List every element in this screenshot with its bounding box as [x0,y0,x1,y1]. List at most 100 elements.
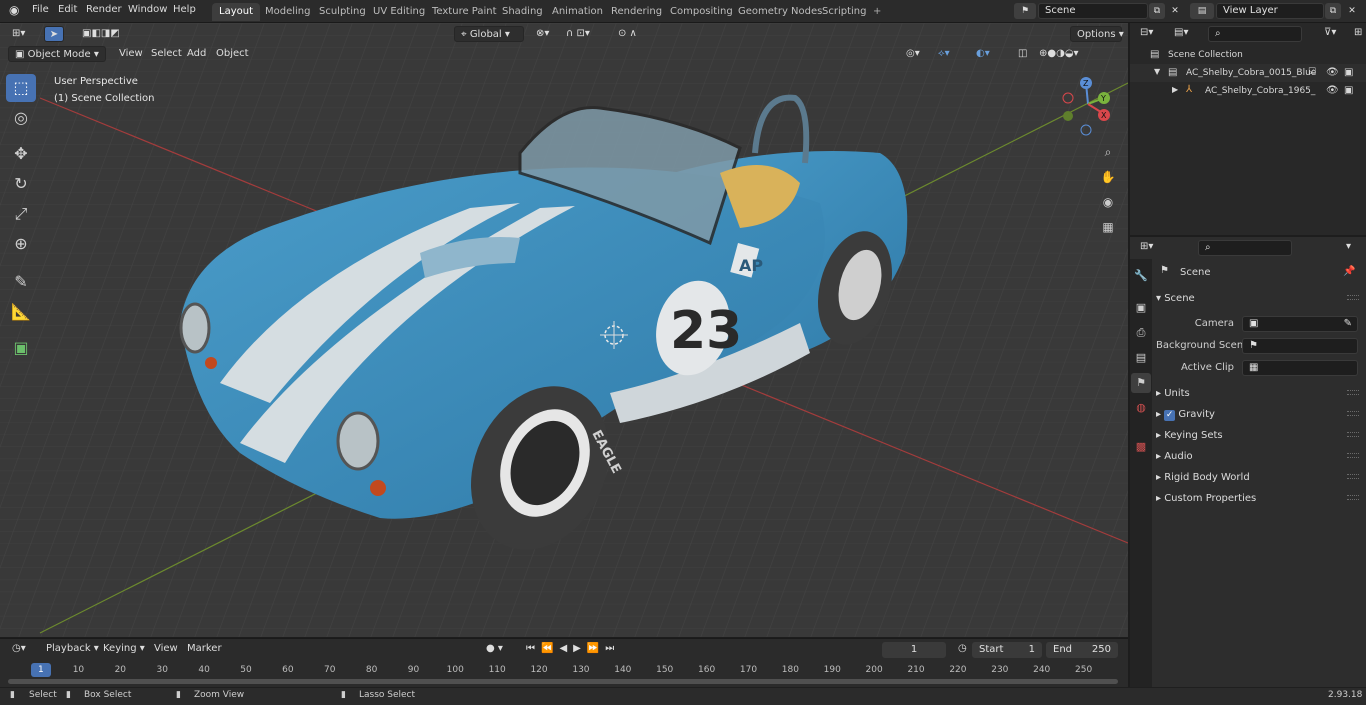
collection-checkbox-icon[interactable]: ☑ [1308,67,1316,77]
new-collection-icon[interactable]: ⊞ [1348,25,1366,41]
panel-grip-icon[interactable] [1347,432,1359,437]
panel-grip-icon[interactable] [1347,474,1359,479]
view-layer-icon[interactable]: ▤ [1190,3,1214,19]
preview-range-icon[interactable]: ◷ [952,641,973,657]
tl-menu-marker[interactable]: Marker [181,641,228,657]
playback-controls-icon[interactable]: ⏮⏪◀▶⏩⏭ [520,641,626,657]
texture-tab-icon[interactable]: ▩ [1131,437,1151,457]
tab-rendering[interactable]: Rendering [604,3,669,21]
navigation-gizmo[interactable]: Z Y X [1056,72,1120,136]
panel-grip-icon[interactable] [1347,453,1359,458]
tool-move[interactable]: ✥ [6,140,36,168]
active-clip-field[interactable]: ▦ [1242,360,1358,376]
new-scene-icon[interactable]: ⧉ [1149,3,1165,19]
tl-menu-keying[interactable]: Keying ▾ [97,641,151,657]
mode-dropdown[interactable]: ▣ Object Mode ▾ [8,46,106,62]
menu-render[interactable]: Render [86,4,122,15]
eye-icon[interactable]: 👁 [1326,85,1339,96]
tab-layout[interactable]: Layout [212,3,260,21]
start-frame-field[interactable]: Start 1 [972,642,1042,658]
tool-add-cube[interactable]: ▣ [6,334,36,362]
menu-help[interactable]: Help [173,4,196,15]
tool-scale[interactable]: ⤢ [6,200,36,228]
panel-grip-icon[interactable] [1347,411,1359,416]
panel-grip-icon[interactable] [1347,390,1359,395]
vp-menu-object[interactable]: Object [210,46,255,62]
view-layer-tab-icon[interactable]: ▤ [1131,348,1151,368]
tab-scripting[interactable]: Scripting [815,3,873,21]
view-layer-field[interactable]: View Layer [1216,3,1324,19]
tl-menu-view[interactable]: View [148,641,184,657]
tool-tab-icon[interactable]: 🔧 [1131,266,1151,286]
eyedropper-icon[interactable]: ✎ [1344,317,1352,331]
blender-logo-icon[interactable]: ◉ [9,3,19,17]
tab-modeling[interactable]: Modeling [258,3,318,21]
timeline-editor-icon[interactable]: ◷▾ [6,641,32,657]
expand-arrow-icon[interactable]: ▶ [1172,85,1178,94]
proportional-edit-icon[interactable]: ⊙ ∧ [612,26,643,42]
ortho-grid-icon[interactable]: ▦ [1097,216,1119,238]
render-tab-icon[interactable]: ▣ [1131,298,1151,318]
outliner-row-collection[interactable]: ▼ ▤ AC_Shelby_Cobra_0015_Blue ☑ 👁 ▣ [1130,64,1366,82]
scene-name-field[interactable]: Scene [1038,3,1148,19]
tab-texture-paint[interactable]: Texture Paint [425,3,504,21]
current-frame-field[interactable]: 1 [882,642,946,658]
shading-modes-icon[interactable]: ⊕●◑◒▾ [1033,46,1085,62]
snap-icon[interactable]: ∩ ⊡▾ [560,26,596,42]
expand-chevron-icon[interactable]: ▼ [1154,67,1160,76]
delete-view-layer-icon[interactable]: ✕ [1344,3,1360,19]
outliner-search-input[interactable]: ⌕ [1208,26,1302,42]
menu-window[interactable]: Window [128,4,167,15]
overlay-toggle-icon[interactable]: ◐▾ [970,46,996,62]
camera-view-icon[interactable]: ◉ [1097,191,1119,213]
keying-sets-panel-header[interactable]: ▸ Keying Sets [1156,430,1223,441]
properties-editor-icon[interactable]: ⊞▾ [1134,239,1159,255]
select-tool-icon[interactable]: ➤ [44,26,64,42]
tab-uv-editing[interactable]: UV Editing [366,3,432,21]
outliner-display-mode-icon[interactable]: ▤▾ [1168,25,1194,41]
tool-select-box[interactable]: ⬚ [6,74,36,102]
menu-file[interactable]: File [32,4,49,15]
options-dropdown[interactable]: Options ▾ [1070,26,1124,42]
outliner-editor-icon[interactable]: ⊟▾ [1134,25,1159,41]
audio-panel-header[interactable]: ▸ Audio [1156,451,1193,462]
menu-edit[interactable]: Edit [58,4,77,15]
vp-menu-view[interactable]: View [113,46,149,62]
gravity-checkbox[interactable]: ✓ [1164,410,1176,421]
rigid-body-panel-header[interactable]: ▸ Rigid Body World [1156,472,1250,483]
properties-options-icon[interactable]: ▾ [1340,239,1357,255]
scene-panel-header[interactable]: ▾ Scene [1156,293,1195,304]
output-tab-icon[interactable]: ⎙ [1131,323,1151,343]
properties-search-input[interactable]: ⌕ [1198,240,1292,256]
record-button-icon[interactable]: ● ▾ [480,641,509,657]
world-tab-icon[interactable]: ◍ [1131,398,1151,418]
gravity-panel-header[interactable]: ▸ ✓ Gravity [1156,409,1215,421]
scene-selector-icon[interactable]: ⚑ [1014,3,1036,19]
camera-icon[interactable]: ▣ [1344,67,1353,78]
timeline-scrollbar[interactable] [8,679,1118,684]
editor-type-icon[interactable]: ⊞▾ [6,26,31,42]
units-panel-header[interactable]: ▸ Units [1156,388,1190,399]
camera-icon[interactable]: ▣ [1344,85,1353,96]
tab-compositing[interactable]: Compositing [663,3,740,21]
3d-viewport[interactable]: 23 AP EAGLE [0,23,1128,637]
tab-animation[interactable]: Animation [545,3,610,21]
vp-menu-add[interactable]: Add [181,46,212,62]
panel-grip-icon[interactable] [1347,295,1359,300]
delete-scene-icon[interactable]: ✕ [1167,3,1183,19]
visibility-icon[interactable]: ◎▾ [900,46,926,62]
tool-cursor[interactable]: ◎ [6,104,36,132]
custom-properties-panel-header[interactable]: ▸ Custom Properties [1156,493,1256,504]
outliner-row-object[interactable]: ▶ ⅄ AC_Shelby_Cobra_1965_ 👁 ▣ [1130,82,1366,100]
pin-icon[interactable]: 📌 [1343,266,1355,277]
tool-annotate[interactable]: ✎ [6,268,36,296]
end-frame-field[interactable]: End 250 [1046,642,1118,658]
tab-shading[interactable]: Shading [495,3,550,21]
tool-transform[interactable]: ⊕ [6,230,36,258]
tl-menu-playback[interactable]: Playback ▾ [40,641,105,657]
eye-icon[interactable]: 👁 [1326,67,1339,78]
background-scene-field[interactable]: ⚑ [1242,338,1358,354]
add-workspace-button[interactable]: + [866,3,888,21]
xray-icon[interactable]: ◫ [1012,46,1033,62]
outliner-filter-icon[interactable]: ⊽▾ [1318,25,1342,41]
